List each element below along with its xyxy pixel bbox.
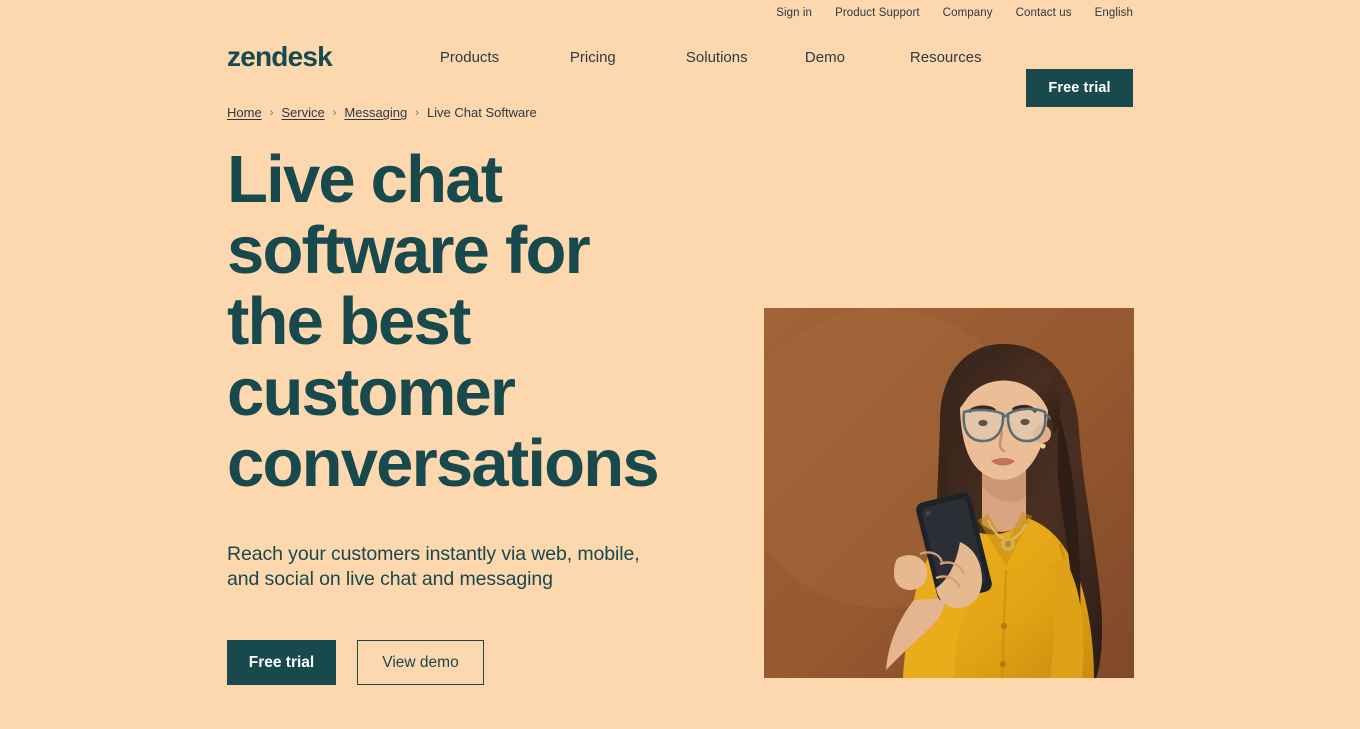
main-navigation: zendesk Products Pricing Solutions Demo … xyxy=(0,28,1360,107)
nav-links: Products Pricing Solutions Demo Resource… xyxy=(440,43,982,72)
breadcrumb-item-home[interactable]: Home xyxy=(227,105,262,120)
nav-slot-solutions: Solutions xyxy=(686,43,805,72)
nav-slot-pricing: Pricing xyxy=(570,43,686,72)
hero-section: Home › Service › Messaging › Live Chat S… xyxy=(0,86,1360,685)
nav-item-solutions[interactable]: Solutions xyxy=(686,43,805,72)
nav-slot-products: Products xyxy=(440,43,570,72)
hero-view-demo-button[interactable]: View demo xyxy=(357,640,484,685)
hero-image xyxy=(764,308,1134,678)
utility-bar: Sign in Product Support Company Contact … xyxy=(0,0,1360,28)
nav-item-demo[interactable]: Demo xyxy=(805,43,910,72)
nav-item-resources[interactable]: Resources xyxy=(910,43,982,72)
breadcrumb: Home › Service › Messaging › Live Chat S… xyxy=(227,105,764,120)
hero-subtitle: Reach your customers instantly via web, … xyxy=(227,543,640,590)
nav-item-products[interactable]: Products xyxy=(440,43,570,72)
zendesk-logo[interactable]: zendesk xyxy=(227,43,333,71)
hero-image-illustration xyxy=(764,308,1134,678)
hero-content: Home › Service › Messaging › Live Chat S… xyxy=(227,86,764,685)
breadcrumb-separator-icon: › xyxy=(415,106,419,119)
utility-link-product-support[interactable]: Product Support xyxy=(835,8,920,20)
breadcrumb-item-current: Live Chat Software xyxy=(426,105,537,120)
hero-actions: Free trial View demo xyxy=(227,640,764,685)
page-title: Live chat software for the best customer… xyxy=(227,142,660,501)
utility-link-language[interactable]: English xyxy=(1095,8,1133,20)
breadcrumb-separator-icon: › xyxy=(269,106,274,119)
breadcrumb-separator-icon: › xyxy=(332,106,337,119)
utility-link-company[interactable]: Company xyxy=(943,8,993,20)
nav-slot-demo: Demo xyxy=(805,43,910,72)
breadcrumb-item-service[interactable]: Service xyxy=(281,105,324,120)
nav-slot-resources: Resources xyxy=(910,43,982,72)
utility-link-sign-in[interactable]: Sign in xyxy=(776,8,812,20)
nav-item-pricing[interactable]: Pricing xyxy=(570,43,686,72)
hero-free-trial-button[interactable]: Free trial xyxy=(227,640,336,685)
utility-link-contact-us[interactable]: Contact us xyxy=(1016,8,1072,20)
breadcrumb-item-messaging[interactable]: Messaging xyxy=(344,105,407,120)
